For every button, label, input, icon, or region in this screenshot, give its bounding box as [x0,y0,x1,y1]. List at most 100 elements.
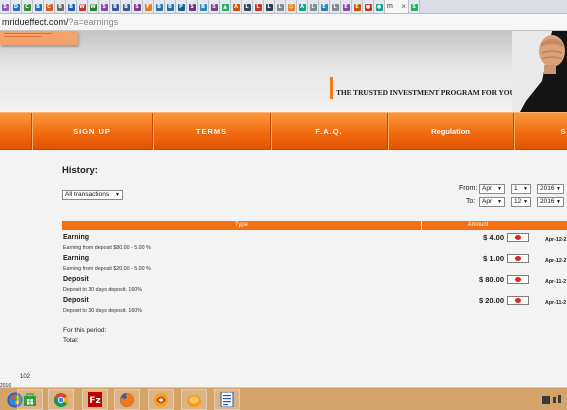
url-text[interactable]: mridueffect.com/?a=earnings [2,17,118,27]
column-header-amount: Amount [467,222,489,228]
tab-favicon-icon: L [276,3,284,11]
nav-faq-label: F.A.Q. [315,127,343,136]
browser-tab[interactable]: L [264,0,275,13]
browser-tab[interactable]: W [88,0,99,13]
nav-support[interactable]: SU [513,113,567,150]
browser-tab[interactable]: C [22,0,33,13]
from-year-select[interactable]: 2016 ▼ [537,184,564,194]
page-title: History: [62,165,98,176]
browser-tab[interactable]: L [242,0,253,13]
nav-regulation[interactable]: Regulation [387,113,513,150]
browser-tab[interactable]: A [297,0,308,13]
chevron-down-icon: ▼ [497,199,502,205]
swirl-app-icon[interactable] [148,389,174,410]
browser-tab[interactable]: S [132,0,143,13]
browser-tab[interactable]: S [187,0,198,13]
browser-tab[interactable]: S [0,0,11,13]
visitor-counter: 102 [20,374,31,380]
browser-tab[interactable]: A [231,0,242,13]
store-icon[interactable] [17,389,43,410]
browser-tab[interactable]: S [209,0,220,13]
tab-favicon-icon: W [89,3,97,11]
nav-sign-up-label: SIGN UP [73,127,111,136]
tab-favicon-icon: P [177,3,185,11]
row-amount: $ 4.00 [483,233,504,242]
to-day-select[interactable]: 12 ▼ [511,197,531,207]
browser-tab[interactable]: B [165,0,176,13]
transaction-type-select[interactable]: All transactions ▼ [62,190,123,200]
row-date: Apr-11-2 [545,279,567,285]
chevron-down-icon: ▼ [497,186,502,192]
column-header-type: Type [234,222,248,228]
new-tab-button[interactable] [420,0,436,13]
row-date: Apr-12-2 [545,237,567,243]
from-day-select[interactable]: 1 ▼ [511,184,531,194]
main-nav-bar: SIGN UP TERMS F.A.Q. Regulation SU [0,112,567,150]
browser-tab[interactable]: B [55,0,66,13]
browser-tab[interactable]: E [319,0,330,13]
chrome-icon[interactable] [48,389,74,410]
browser-tab[interactable]: B [154,0,165,13]
from-month-select[interactable]: Apr ▼ [479,184,505,194]
nav-sign-up[interactable]: SIGN UP [31,113,152,150]
firefox-icon[interactable] [114,389,140,410]
browser-tab[interactable]: W [77,0,88,13]
row-details-button[interactable] [507,296,529,305]
tab-favicon-icon: B [34,3,42,11]
word-doc-icon[interactable] [214,389,240,410]
nav-support-label: SU [560,127,567,136]
browser-tab[interactable]: F [143,0,154,13]
browser-tab[interactable]: L [275,0,286,13]
tab-favicon-icon: B [67,3,75,11]
row-type: Earning [63,255,90,262]
browser-tab[interactable]: B [33,0,44,13]
row-description: Deposit to 30 days deposit. 160% [63,287,142,293]
row-details-button[interactable] [507,254,529,263]
browser-tab-active[interactable]: m × [385,0,409,13]
red-dot-icon [515,235,521,240]
browser-tab[interactable]: ▲ [220,0,231,13]
tab-favicon-icon: B [155,3,163,11]
tab-favicon-icon: S [1,3,9,11]
browser-tab[interactable]: ☺ [286,0,297,13]
tab-favicon-icon: L [331,3,339,11]
to-year-select[interactable]: 2016 ▼ [537,197,564,207]
browser-tab[interactable]: B [110,0,121,13]
close-icon[interactable]: × [401,2,406,11]
browser-tab[interactable]: D [11,0,22,13]
tab-favicon-icon: ▲ [221,3,229,11]
tab-favicon-icon: S [210,3,218,11]
to-month-select[interactable]: Apr ▼ [479,197,505,207]
browser-tab[interactable]: S [99,0,110,13]
browser-tab[interactable]: S [409,0,420,13]
browser-tab[interactable]: B [198,0,209,13]
row-amount: $ 1.00 [483,254,504,263]
browser-tab[interactable]: B [121,0,132,13]
browser-tab[interactable]: P [176,0,187,13]
browser-tab[interactable]: E [341,0,352,13]
browser-tab[interactable]: ● [363,0,374,13]
orange-app-icon[interactable] [181,389,207,410]
row-details-button[interactable] [507,233,529,242]
filezilla-icon[interactable]: Fz [82,389,108,410]
browser-tab[interactable]: C [44,0,55,13]
tab-favicon-icon: C [23,3,31,11]
browser-tab[interactable]: L [253,0,264,13]
nav-faq[interactable]: F.A.Q. [270,113,387,150]
browser-tab[interactable]: L [330,0,341,13]
hero-fist-image [512,31,567,112]
browser-tab[interactable]: B [66,0,77,13]
red-dot-icon [515,277,521,282]
nav-terms-label: TERMS [195,127,228,136]
browser-tab[interactable]: E [352,0,363,13]
row-details-button[interactable] [507,275,529,284]
address-bar[interactable]: mridueffect.com/?a=earnings [0,14,567,31]
nav-terms[interactable]: TERMS [152,113,270,150]
browser-tab[interactable]: L [308,0,319,13]
system-tray[interactable] [540,393,567,407]
chevron-down-icon: ▼ [556,186,561,192]
tab-favicon-icon: E [342,3,350,11]
red-dot-icon [515,298,521,303]
browser-tab[interactable]: ● [374,0,385,13]
history-table-header: Type Amount [62,221,567,230]
